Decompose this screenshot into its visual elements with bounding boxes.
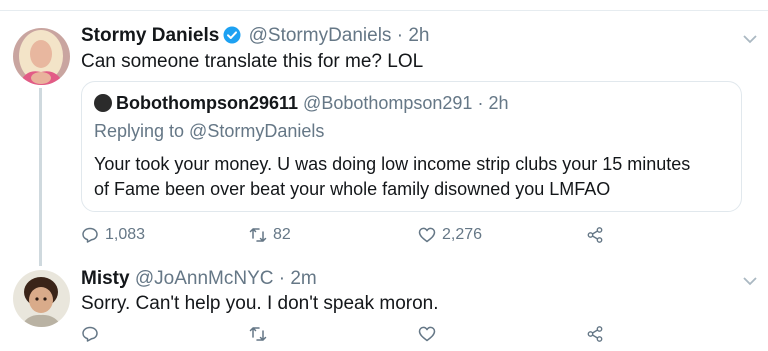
thread-line [39,88,42,266]
display-name[interactable]: Stormy Daniels [81,25,219,46]
reply-icon [81,226,99,244]
user-handle[interactable]: @JoAnnMcNYC [135,268,274,289]
share-icon [586,226,604,244]
retweet-icon [249,325,267,343]
user-handle[interactable]: @StormyDaniels [249,25,392,46]
reply-button[interactable]: 1,083 [81,226,145,244]
tweet-header: Misty @JoAnnMcNYC · 2m [81,268,317,290]
retweet-button[interactable]: 82 [249,226,291,244]
quoted-timestamp: 2h [488,93,509,113]
share-icon [586,325,604,343]
retweet-count: 82 [273,226,291,243]
separator-dot: · [396,25,404,46]
like-button[interactable] [418,325,442,343]
timestamp[interactable]: 2m [290,268,316,289]
like-icon [418,226,436,244]
share-button[interactable] [586,325,610,343]
tweet-text: Can someone translate this for me? LOL [81,51,424,72]
quoted-display-name: Bobothompson29611 [116,93,299,113]
avatar-misty[interactable] [13,270,70,327]
chevron-down-icon[interactable] [743,276,757,286]
verified-badge-icon [223,26,241,44]
share-button[interactable] [586,226,610,244]
display-name[interactable]: Misty [81,268,130,289]
reply-count: 1,083 [105,226,146,243]
like-count: 2,276 [442,226,483,243]
timestamp[interactable]: 2h [408,25,429,46]
quoted-avatar [94,94,112,112]
quoted-separator-dot: · [477,93,484,113]
tweet-text: Sorry. Can't help you. I don't speak mor… [81,293,439,314]
quoted-tweet-card[interactable]: Bobothompson29611 @Bobothompson291 · 2h … [81,81,742,212]
quoted-tweet-text: Your took your money. U was doing low in… [94,154,691,199]
avatar-stormy-daniels[interactable] [13,28,70,85]
top-divider [0,10,768,11]
retweet-button[interactable] [249,325,273,343]
reply-button[interactable] [81,325,105,343]
like-icon [418,325,436,343]
quoted-tweet-header: Bobothompson29611 @Bobothompson291 · 2h [94,92,509,114]
quoted-handle: @Bobothompson291 [303,93,473,113]
retweet-icon [249,226,267,244]
tweet-header: Stormy Daniels @StormyDaniels · 2h [81,25,429,47]
chevron-down-icon[interactable] [743,34,757,44]
reply-context: Replying to @StormyDaniels [94,121,325,141]
separator-dot: · [278,268,286,289]
reply-icon [81,325,99,343]
like-button[interactable]: 2,276 [418,226,482,244]
